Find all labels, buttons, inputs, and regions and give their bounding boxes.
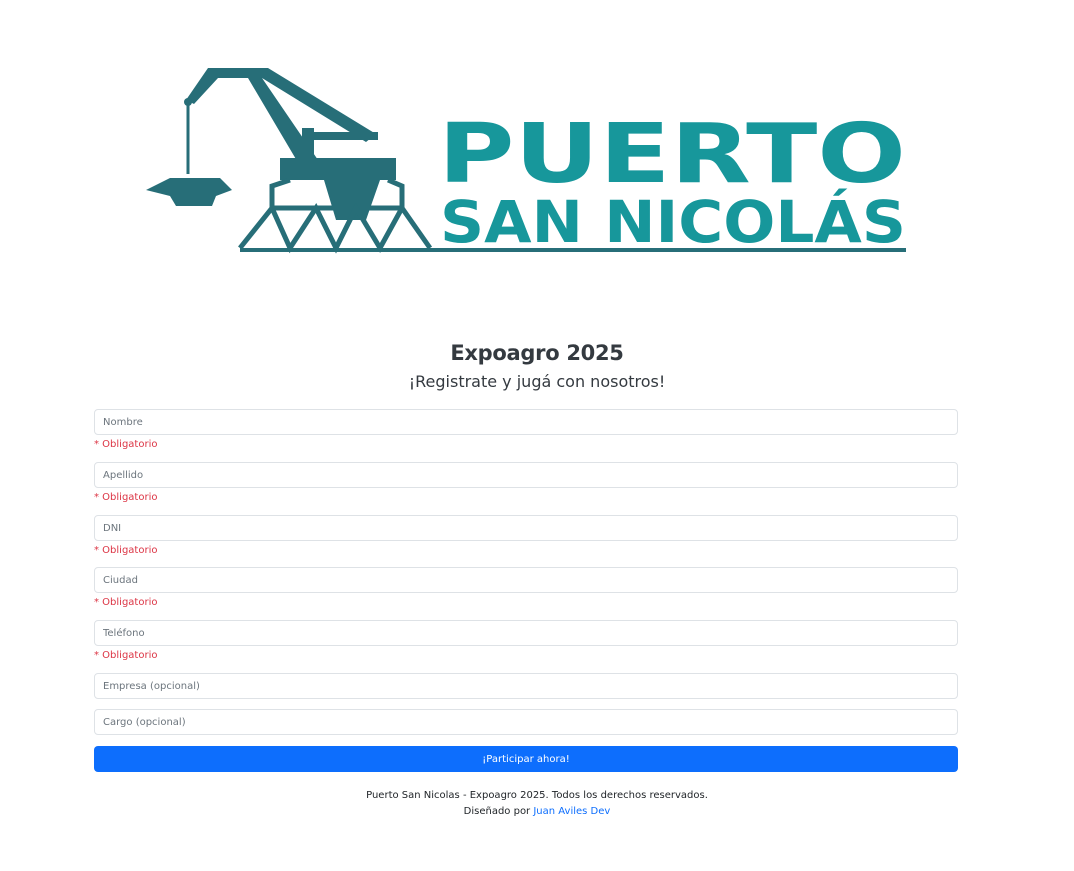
- puerto-san-nicolas-logo: PUERTO SAN NICOLÁS: [140, 62, 915, 260]
- cargo-input[interactable]: [94, 709, 958, 735]
- empresa-input[interactable]: [94, 673, 958, 699]
- nombre-group: * Obligatorio: [94, 409, 958, 462]
- telefono-group: * Obligatorio: [94, 620, 958, 673]
- apellido-required-label: * Obligatorio: [94, 492, 158, 503]
- ciudad-group: * Obligatorio: [94, 567, 958, 620]
- ciudad-input[interactable]: [94, 567, 958, 593]
- registration-form: * Obligatorio * Obligatorio * Obligatori…: [94, 409, 958, 745]
- dni-group: * Obligatorio: [94, 515, 958, 567]
- apellido-group: * Obligatorio: [94, 462, 958, 515]
- footer-designed-by: Diseñado por: [463, 806, 531, 817]
- cargo-group: [94, 709, 958, 745]
- footer-credits: Diseñado por Juan Aviles Dev: [0, 806, 1074, 817]
- participar-button[interactable]: ¡Participar ahora!: [94, 746, 958, 772]
- designer-link[interactable]: Juan Aviles Dev: [533, 806, 610, 817]
- page-title: Expoagro 2025: [450, 341, 624, 365]
- dni-input[interactable]: [94, 515, 958, 541]
- telefono-input[interactable]: [94, 620, 958, 646]
- footer-copyright: Puerto San Nicolas - Expoagro 2025. Todo…: [366, 790, 708, 801]
- dni-required-label: * Obligatorio: [94, 545, 158, 556]
- empresa-group: [94, 673, 958, 709]
- page-subtitle: ¡Registrate y jugá con nosotros!: [408, 372, 666, 391]
- telefono-required-label: * Obligatorio: [94, 650, 158, 661]
- nombre-input[interactable]: [94, 409, 958, 435]
- nombre-required-label: * Obligatorio: [94, 439, 158, 450]
- ciudad-required-label: * Obligatorio: [94, 597, 158, 608]
- logo-line2: SAN NICOLÁS: [440, 187, 906, 256]
- page: PUERTO SAN NICOLÁS Expoagro 2025 ¡Regist…: [0, 0, 1074, 871]
- apellido-input[interactable]: [94, 462, 958, 488]
